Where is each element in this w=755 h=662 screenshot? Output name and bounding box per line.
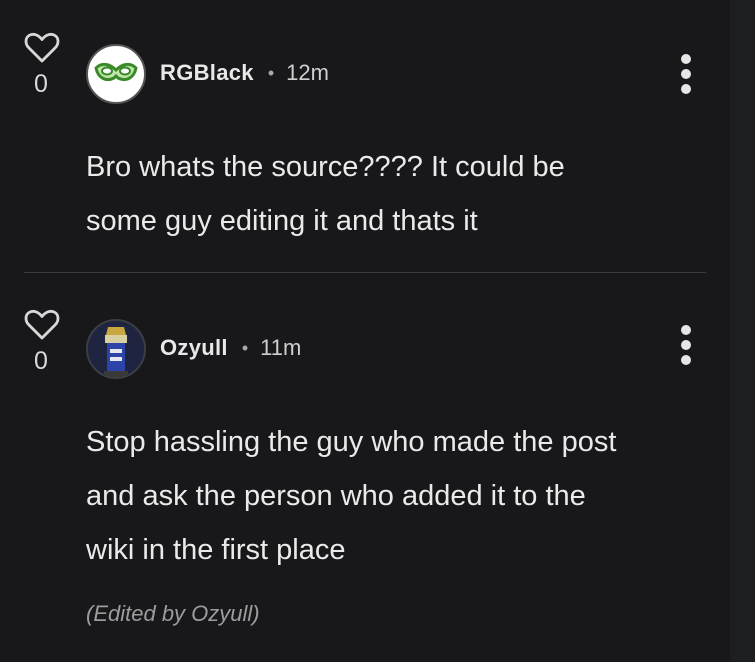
comment-line: and ask the person who added it to the	[86, 480, 586, 512]
like-column: 0	[22, 309, 62, 374]
more-options-icon[interactable]	[675, 325, 697, 369]
more-options-icon[interactable]	[675, 54, 697, 98]
comment-body: Bro whats the source???? It could be som…	[86, 140, 706, 248]
username[interactable]: Ozyull	[160, 335, 228, 361]
separator-dot: •	[267, 62, 275, 83]
user-figure-icon	[88, 321, 144, 377]
like-count: 0	[34, 347, 48, 375]
comment-line: some guy editing it and thats it	[86, 205, 478, 237]
comment-line: wiki in the first place	[86, 534, 346, 566]
avatar[interactable]	[86, 44, 146, 104]
timestamp: 12m	[286, 60, 329, 85]
edited-note: (Edited by Ozyull)	[86, 601, 260, 626]
comment-line: Stop hassling the guy who made the post	[86, 426, 617, 458]
comment: 0 RGBlack • 12m Bro whats the source????…	[0, 0, 730, 272]
heart-icon[interactable]	[24, 309, 60, 341]
avatar[interactable]	[86, 319, 146, 379]
username[interactable]: RGBlack	[160, 60, 254, 86]
comment-meta: RGBlack • 12m	[160, 58, 329, 88]
comments-panel: 0 RGBlack • 12m Bro whats the source????…	[0, 0, 730, 662]
like-count: 0	[34, 70, 48, 98]
comment-line: Bro whats the source???? It could be	[86, 151, 565, 183]
comment: 0 Ozyull • 11m Stop hassling the guy who…	[0, 273, 730, 662]
comment-meta: Ozyull • 11m	[160, 333, 301, 363]
like-column: 0	[22, 32, 62, 97]
comment-body: Stop hassling the guy who made the post …	[86, 415, 706, 577]
page-edge	[730, 0, 755, 662]
timestamp: 11m	[260, 335, 302, 360]
heart-icon[interactable]	[24, 32, 60, 64]
separator-dot: •	[241, 337, 249, 358]
mask-logo-icon	[94, 62, 138, 82]
